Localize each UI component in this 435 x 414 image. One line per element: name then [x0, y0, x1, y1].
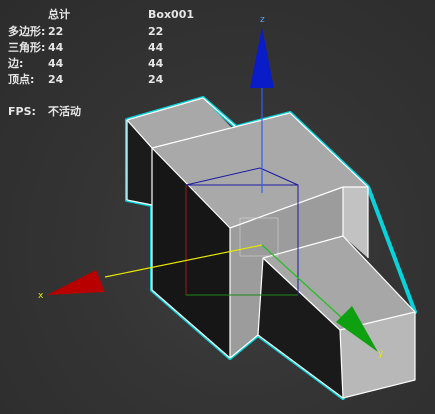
mesh-object[interactable]: [125, 96, 417, 400]
stats-total-triangles: 44: [48, 41, 64, 54]
stats-fps-label: FPS:: [8, 105, 36, 118]
stats-object-triangles: 44: [148, 41, 164, 54]
viewport-statistics: 总计 Box001 多边形: 22 22 三角形: 44 44 边: 44 44…: [0, 0, 435, 130]
stats-header-object: Box001: [148, 8, 194, 21]
stats-total-edges: 44: [48, 57, 64, 70]
stats-header-total: 总计: [48, 8, 70, 21]
stats-object-vertices: 24: [148, 73, 164, 86]
viewport[interactable]: z x y 总计 Box001 多边形: 22 22 三角形: 44 44 边:…: [0, 0, 435, 414]
gizmo-x-label: x: [38, 291, 44, 301]
stats-label-triangles: 三角形:: [8, 41, 46, 54]
stats-label-vertices: 顶点:: [8, 73, 35, 86]
gizmo-y-label: y: [378, 349, 384, 359]
stats-label-polygons: 多边形:: [8, 25, 46, 38]
stats-total-vertices: 24: [48, 73, 64, 86]
stats-fps-value: 不活动: [48, 105, 81, 118]
stats-total-polygons: 22: [48, 25, 64, 38]
gizmo-x-arrowhead[interactable]: [47, 270, 105, 295]
stats-object-edges: 44: [148, 57, 164, 70]
stats-object-polygons: 22: [148, 25, 164, 38]
stats-label-edges: 边:: [8, 57, 24, 70]
